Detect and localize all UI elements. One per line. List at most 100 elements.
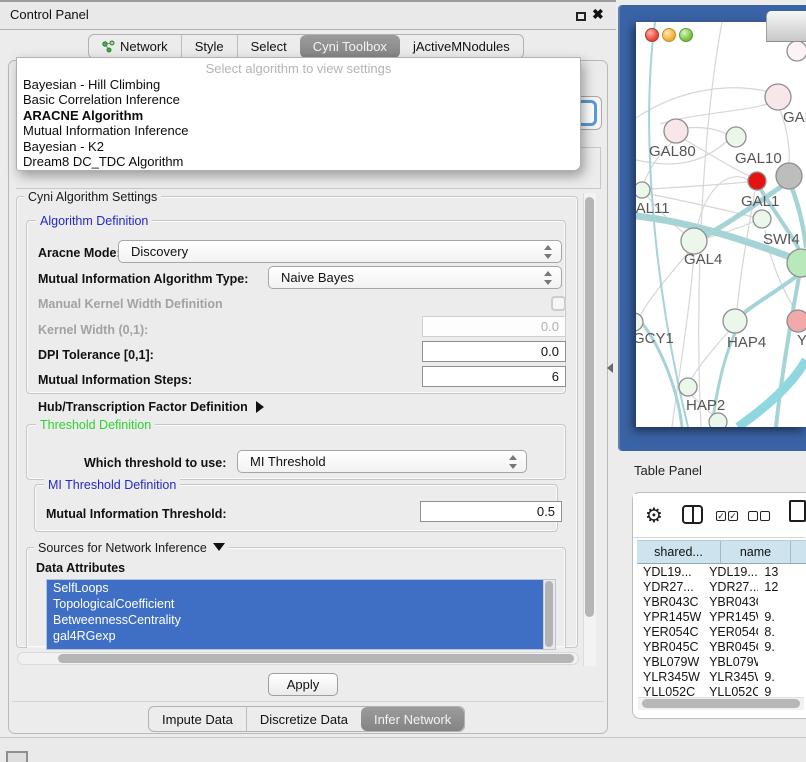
tab-network[interactable]: Network — [89, 35, 181, 58]
algorithm-option[interactable]: Basic Correlation Inference — [23, 92, 574, 107]
table-cell[interactable]: YER054C — [637, 625, 703, 640]
deselect-all-checkbox-icon[interactable] — [748, 511, 758, 521]
gear-icon[interactable]: ⚙︎ — [645, 503, 663, 527]
table-hscrollbar-thumb[interactable] — [642, 699, 800, 708]
table-row[interactable]: YBR045CYBR045C9. — [637, 640, 806, 655]
table-cell[interactable]: YBL079W — [703, 655, 758, 670]
sources-toggle[interactable]: Sources for Network Inference — [34, 541, 229, 555]
table-row[interactable]: YDR27...YDR27...12 — [637, 580, 806, 595]
network-node-gcy1[interactable] — [636, 313, 643, 331]
network-node-gal1[interactable] — [753, 210, 771, 228]
table-column-header[interactable]: name — [721, 541, 791, 563]
tab-jactivemnodules[interactable]: jActiveMNodules — [400, 35, 523, 58]
select-all-checkbox-icon[interactable]: ✓ — [716, 511, 726, 521]
hub-definition-toggle[interactable]: Hub/Transcription Factor Definition — [38, 400, 264, 414]
attributes-scrollbar-thumb[interactable] — [545, 581, 553, 647]
select-all-checkbox-icon[interactable]: ✓ — [728, 511, 738, 521]
table-cell[interactable]: YPR145W — [637, 610, 703, 625]
table-cell[interactable]: 12 — [758, 580, 806, 595]
settings-vscrollbar-thumb[interactable] — [585, 197, 594, 617]
table-cell[interactable]: YBL079W — [637, 655, 703, 670]
tab-select[interactable]: Select — [237, 35, 300, 58]
table-row[interactable]: YER054CYER054C8. — [637, 625, 806, 640]
tab-style[interactable]: Style — [181, 35, 237, 58]
table-cell[interactable]: YPR145W — [703, 610, 758, 625]
mi-threshold-field[interactable]: 0.5 — [420, 501, 562, 522]
data-attribute-item[interactable]: SelfLoops — [47, 580, 555, 596]
table-cell[interactable]: YBR043C — [703, 595, 758, 610]
algorithm-option[interactable]: Bayesian - Hill Climbing — [23, 77, 574, 92]
traffic-light-zoom-icon[interactable] — [679, 28, 693, 42]
bottom-tab-impute-data[interactable]: Impute Data — [149, 707, 246, 731]
network-node-gal[interactable] — [765, 84, 791, 110]
dpi-tolerance-field[interactable]: 0.0 — [422, 341, 566, 362]
table-column-header[interactable]: A — [791, 541, 806, 563]
data-attribute-item[interactable]: gal4RGexp — [47, 628, 555, 644]
table-cell[interactable]: 9. — [758, 610, 806, 625]
algorithm-option[interactable]: Bayesian - K2 — [23, 139, 574, 154]
network-node-gal10[interactable] — [726, 127, 746, 147]
network-node[interactable] — [748, 172, 766, 190]
network-node[interactable] — [787, 41, 806, 61]
close-icon[interactable]: ✖ — [592, 6, 604, 23]
table-cell[interactable]: YER054C — [703, 625, 758, 640]
algorithm-option[interactable]: Mutual Information Inference — [23, 123, 574, 138]
table-cell[interactable]: YBR045C — [637, 640, 703, 655]
table-row[interactable]: YBL079WYBL079W — [637, 655, 806, 670]
mi-algorithm-type-combobox[interactable]: Naive Bayes — [268, 266, 562, 289]
table-column-header[interactable]: shared... — [637, 541, 721, 563]
table-cell[interactable]: 9 — [758, 685, 806, 696]
data-attributes-list[interactable]: SelfLoopsTopologicalCoefficientBetweenne… — [46, 579, 556, 650]
sources-title: Sources for Network Inference — [38, 541, 207, 555]
tab-cyni-toolbox[interactable]: Cyni Toolbox — [300, 35, 400, 58]
mi-steps-field[interactable]: 6 — [422, 366, 566, 387]
table-row[interactable]: YBR043CYBR043C — [637, 595, 806, 610]
collapsed-panel-icon[interactable] — [6, 751, 28, 762]
bottom-tab-discretize-data[interactable]: Discretize Data — [246, 707, 361, 731]
function-builder-icon[interactable] — [789, 500, 806, 522]
traffic-light-minimize-icon[interactable] — [662, 28, 676, 42]
data-attribute-item[interactable]: BetweennessCentrality — [47, 612, 555, 628]
settings-hscrollbar-thumb[interactable] — [58, 654, 574, 663]
table-cell[interactable]: YDR27... — [703, 580, 758, 595]
table-cell[interactable]: YLR345W — [703, 670, 758, 685]
table-cell[interactable]: 13 — [758, 565, 806, 580]
table-cell[interactable]: YDL19... — [703, 565, 758, 580]
network-node-hap2[interactable] — [679, 378, 697, 396]
table-cell[interactable]: YDR27... — [637, 580, 703, 595]
table-cell[interactable]: YBR043C — [637, 595, 703, 610]
algorithm-option[interactable]: ARACNE Algorithm — [23, 108, 574, 123]
deselect-all-checkbox-icon[interactable] — [760, 511, 770, 521]
apply-button[interactable]: Apply — [268, 673, 338, 696]
table-cell[interactable]: 8. — [758, 625, 806, 640]
table-cell[interactable]: YLL052C — [703, 685, 758, 696]
network-node-hap4[interactable] — [723, 309, 747, 333]
network-node-gal11[interactable] — [636, 182, 650, 198]
table-cell[interactable]: 9. — [758, 640, 806, 655]
table-cell[interactable]: 9. — [758, 670, 806, 685]
table-cell[interactable] — [758, 655, 806, 670]
network-node[interactable] — [709, 413, 727, 427]
algorithm-option[interactable]: Dream8 DC_TDC Algorithm — [23, 154, 574, 169]
table-row[interactable]: YLL052CYLL052C9 — [637, 685, 806, 696]
column-browser-icon[interactable] — [682, 505, 703, 524]
table-row[interactable]: YDL19...YDL19...13 — [637, 565, 806, 580]
table-cell[interactable]: YBR045C — [703, 640, 758, 655]
table-cell[interactable]: YDL19... — [637, 565, 703, 580]
table-cell[interactable]: YLL052C — [637, 685, 703, 696]
splitter-collapse-icon[interactable] — [607, 363, 613, 373]
traffic-light-close-icon[interactable] — [645, 28, 659, 42]
network-node-y[interactable] — [787, 310, 806, 332]
network-canvas[interactable]: GALGAL80GAL10GAL1SWI4GAL11GAL4GCY1HAP4YH… — [636, 22, 806, 427]
table-row[interactable]: YPR145WYPR145W9. — [637, 610, 806, 625]
which-threshold-combobox[interactable]: MI Threshold — [237, 450, 527, 473]
table-row[interactable]: YLR345WYLR345W9. — [637, 670, 806, 685]
aracne-mode-combobox[interactable]: Discovery — [118, 240, 562, 263]
network-node-swi4[interactable] — [787, 249, 806, 277]
table-cell[interactable]: YLR345W — [637, 670, 703, 685]
table-cell[interactable] — [758, 595, 806, 610]
float-window-icon[interactable] — [576, 12, 586, 21]
network-node-gal80[interactable] — [664, 119, 688, 143]
data-attribute-item[interactable]: TopologicalCoefficient — [47, 596, 555, 612]
bottom-tab-infer-network[interactable]: Infer Network — [361, 707, 464, 731]
